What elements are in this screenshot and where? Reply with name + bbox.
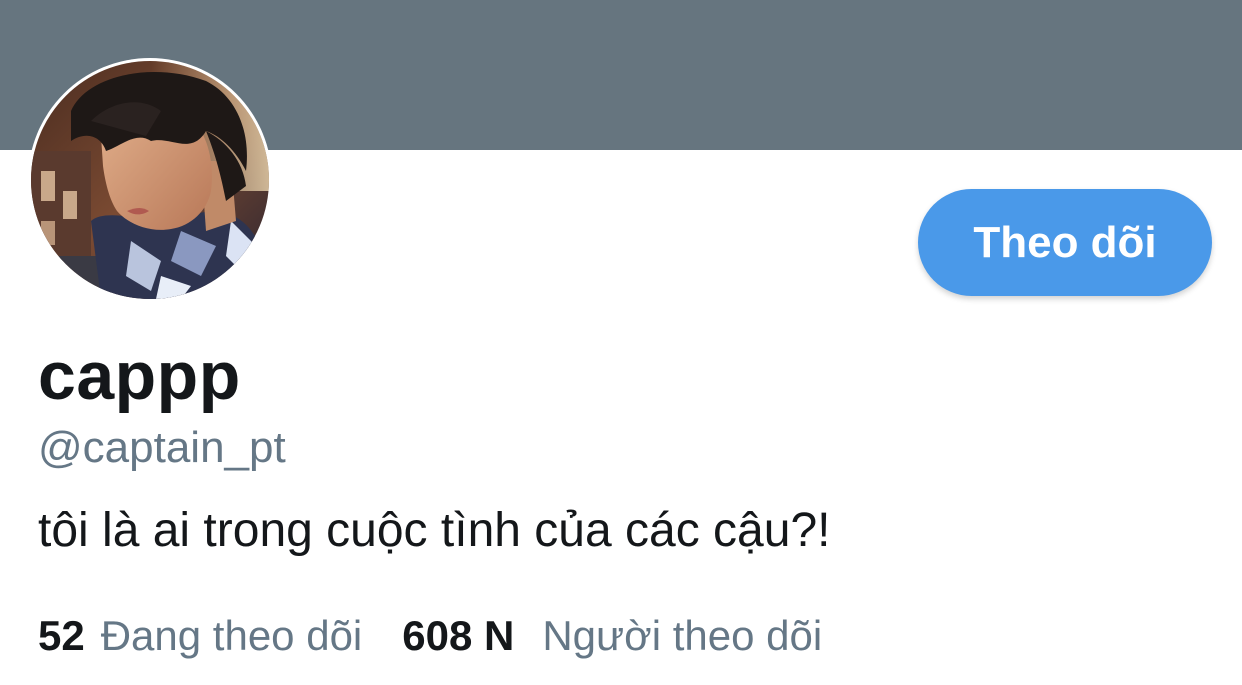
- user-handle: @captain_pt: [38, 423, 286, 472]
- profile-stats: 52 Đang theo dõi 608 N Người theo dõi: [38, 608, 822, 664]
- profile-bio: tôi là ai trong cuộc tình của các cậu?!: [38, 504, 831, 557]
- followers-label: Người theo dõi: [542, 612, 823, 659]
- follow-button[interactable]: Theo dõi: [918, 189, 1212, 296]
- profile-photo-icon: [31, 61, 269, 299]
- display-name: cappp: [38, 338, 241, 414]
- following-stat[interactable]: 52 Đang theo dõi: [38, 608, 362, 664]
- following-count: 52: [38, 612, 85, 659]
- following-label: Đang theo dõi: [100, 612, 363, 659]
- avatar[interactable]: [28, 58, 272, 302]
- profile-page: Theo dõi cappp @captain_pt tôi là ai tro…: [0, 0, 1242, 685]
- followers-stat[interactable]: 608 N Người theo dõi: [402, 608, 822, 664]
- followers-count: 608 N: [402, 612, 515, 659]
